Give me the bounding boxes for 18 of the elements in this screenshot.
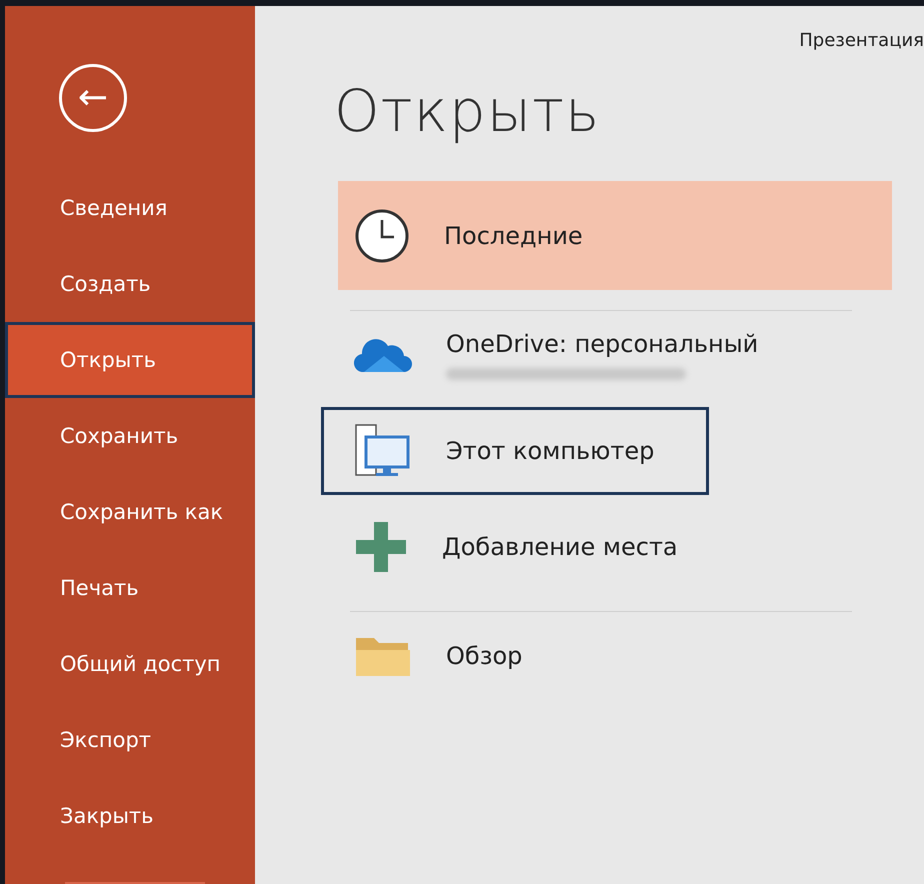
- location-item[interactable]: Последние: [338, 181, 892, 311]
- sidebar-item[interactable]: Открыть: [5, 322, 255, 398]
- page-heading: Открыть: [334, 77, 602, 145]
- cloud-icon: [354, 336, 412, 374]
- sidebar-item[interactable]: Сохранить как: [5, 474, 255, 550]
- sidebar-item[interactable]: Сведения: [5, 170, 255, 246]
- plus-icon: [354, 520, 408, 574]
- location-item[interactable]: Этот компьютер: [321, 407, 709, 495]
- clock-icon: [354, 208, 410, 264]
- sidebar-item[interactable]: Общий доступ: [5, 626, 255, 702]
- sidebar-item[interactable]: Экспорт: [5, 702, 255, 778]
- sidebar-item[interactable]: Закрыть: [5, 778, 255, 854]
- window-title: Презентация: [799, 30, 924, 51]
- computer-icon: [354, 423, 412, 479]
- sidebar-item[interactable]: Создать: [5, 246, 255, 322]
- sidebar-item[interactable]: Сохранить: [5, 398, 255, 474]
- back-button[interactable]: ←: [59, 64, 127, 132]
- sidebar-item[interactable]: Печать: [5, 550, 255, 626]
